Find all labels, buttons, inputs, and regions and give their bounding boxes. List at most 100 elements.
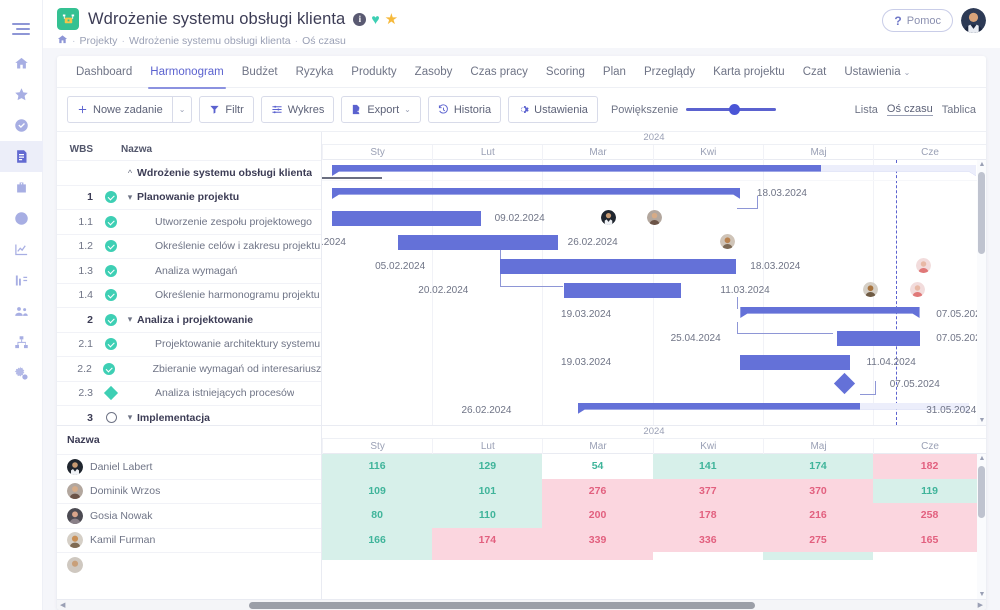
table-row[interactable]: 2.2 Zbieranie wymagań od interesariuszy xyxy=(57,356,321,381)
gantt-bar-2[interactable] xyxy=(740,307,919,318)
resource-load-grid[interactable]: 2024 Sty Lut Mar Kwi Maj Cze 116 129 xyxy=(322,426,986,599)
collapse-all-icon[interactable]: ^ xyxy=(123,168,137,178)
load-cell[interactable]: 276 xyxy=(542,479,652,504)
tab-produkty[interactable]: Produkty xyxy=(342,56,405,88)
expander-icon[interactable]: ▾ xyxy=(123,192,137,203)
tab-przeglady[interactable]: Przeglądy xyxy=(635,56,704,88)
load-cell[interactable]: 101 xyxy=(432,479,542,504)
export-button[interactable]: Export ⌄ xyxy=(341,96,421,123)
gantt-bar-2-1[interactable] xyxy=(837,331,920,346)
users-icon[interactable] xyxy=(0,296,43,327)
avatar[interactable] xyxy=(647,210,662,225)
load-cell[interactable] xyxy=(322,552,432,560)
expander-icon[interactable]: ▾ xyxy=(123,314,137,325)
settings-button[interactable]: Ustawienia xyxy=(508,96,598,123)
tab-ryzyka[interactable]: Ryzyka xyxy=(287,56,343,88)
resource-vertical-scrollbar[interactable]: ▲ ▼ xyxy=(977,454,986,599)
view-os-czasu[interactable]: Oś czasu xyxy=(887,103,933,116)
star-icon[interactable] xyxy=(0,79,43,110)
load-cell[interactable]: 377 xyxy=(653,479,763,504)
avatar[interactable] xyxy=(720,234,735,249)
gantt-bar-1-4[interactable] xyxy=(564,283,680,298)
gantt-bar-project[interactable] xyxy=(332,165,976,176)
tab-ustawienia[interactable]: Ustawienia⌄ xyxy=(835,56,919,88)
list-item[interactable] xyxy=(57,552,321,577)
avatar[interactable] xyxy=(863,282,878,297)
chart-line-icon[interactable] xyxy=(0,234,43,265)
table-row[interactable]: 2.1 Projektowanie architektury systemu xyxy=(57,332,321,357)
table-row[interactable]: 1.1 Utworzenie zespołu projektowego xyxy=(57,209,321,234)
project-doc-icon[interactable] xyxy=(0,141,43,172)
expander-icon[interactable]: ▾ xyxy=(123,412,137,423)
zoom-slider[interactable] xyxy=(686,103,776,117)
tab-budzet[interactable]: Budżet xyxy=(233,56,287,88)
scroll-down-icon[interactable]: ▼ xyxy=(979,417,986,424)
list-item[interactable]: Gosia Nowak xyxy=(57,503,321,528)
tab-zasoby[interactable]: Zasoby xyxy=(406,56,462,88)
tab-dashboard[interactable]: Dashboard xyxy=(67,56,141,88)
chart-button[interactable]: Wykres xyxy=(261,96,335,123)
new-task-dropdown-button[interactable]: ⌄ xyxy=(172,96,193,123)
user-avatar[interactable] xyxy=(961,8,986,33)
breadcrumb-item-2[interactable]: Oś czasu xyxy=(302,35,346,47)
clock-icon[interactable] xyxy=(0,203,43,234)
tab-scoring[interactable]: Scoring xyxy=(537,56,594,88)
history-button[interactable]: Historia xyxy=(428,96,501,123)
gantt-bar-1-1[interactable] xyxy=(332,211,481,226)
breadcrumb-item-0[interactable]: Projekty xyxy=(80,35,118,47)
table-row[interactable]: 2.3 Analiza istniejących procesów xyxy=(57,381,321,406)
list-item[interactable]: Daniel Labert xyxy=(57,454,321,479)
load-cell[interactable]: 200 xyxy=(542,503,652,528)
load-cell[interactable] xyxy=(653,552,763,560)
breadcrumb-item-1[interactable]: Wdrożenie systemu obsługi klienta xyxy=(129,35,291,47)
scroll-up-icon[interactable]: ▲ xyxy=(979,161,986,168)
load-cell[interactable]: 141 xyxy=(653,454,763,479)
load-cell[interactable]: 119 xyxy=(873,479,986,504)
gantt-bars-area[interactable]: 18.03.2024 09.02.2024 1.2024 xyxy=(322,160,986,425)
gantt-timeline[interactable]: 2024 Sty Lut Mar Kwi Maj Cze xyxy=(322,132,986,425)
table-row[interactable]: ^ Wdrożenie systemu obsługi klienta xyxy=(57,160,321,185)
tab-czas-pracy[interactable]: Czas pracy xyxy=(461,56,537,88)
scroll-up-icon[interactable]: ▲ xyxy=(979,455,986,462)
load-cell[interactable]: 336 xyxy=(653,528,763,553)
settings-gears-icon[interactable] xyxy=(0,358,43,389)
table-row[interactable]: 1 ▾ Planowanie projektu xyxy=(57,185,321,210)
info-icon[interactable]: i xyxy=(353,13,366,26)
load-cell[interactable]: 174 xyxy=(763,454,873,479)
table-row[interactable]: 2 ▾ Analiza i projektowanie xyxy=(57,307,321,332)
scroll-down-icon[interactable]: ▼ xyxy=(979,591,986,598)
load-cell[interactable]: 178 xyxy=(653,503,763,528)
resource-scroll-thumb[interactable] xyxy=(978,466,985,518)
horizontal-scroll-thumb[interactable] xyxy=(249,602,755,609)
star-icon[interactable]: ★ xyxy=(385,12,398,27)
load-cell[interactable] xyxy=(432,552,652,560)
avatar[interactable] xyxy=(910,282,925,297)
gantt-milestone-2-3[interactable] xyxy=(833,373,854,394)
zoom-slider-thumb[interactable] xyxy=(729,104,740,115)
load-cell[interactable]: 216 xyxy=(763,503,873,528)
gantt-bar-1-2[interactable] xyxy=(398,235,557,250)
help-button[interactable]: ? Pomoc xyxy=(882,9,953,32)
load-cell[interactable]: 116 xyxy=(322,454,432,479)
load-cell[interactable]: 258 xyxy=(873,503,986,528)
heart-icon[interactable]: ♥ xyxy=(371,12,379,26)
view-lista[interactable]: Lista xyxy=(855,104,878,116)
org-tree-icon[interactable] xyxy=(0,327,43,358)
list-item[interactable]: Kamil Furman xyxy=(57,528,321,553)
hamburger-icon[interactable] xyxy=(0,10,43,48)
load-cell[interactable]: 174 xyxy=(432,528,542,553)
load-cell[interactable]: 110 xyxy=(432,503,542,528)
list-item[interactable]: Dominik Wrzos xyxy=(57,479,321,504)
horizontal-scrollbar[interactable]: ◀ ▶ xyxy=(57,599,986,610)
home-icon[interactable] xyxy=(0,48,43,79)
gantt-bar-3[interactable] xyxy=(578,403,970,414)
load-cell[interactable] xyxy=(763,552,873,560)
bar-sort-icon[interactable] xyxy=(0,265,43,296)
load-cell[interactable]: 275 xyxy=(763,528,873,553)
tab-karta-projektu[interactable]: Karta projektu xyxy=(704,56,794,88)
table-row[interactable]: 1.2 Określenie celów i zakresu projektu xyxy=(57,234,321,259)
home-icon[interactable] xyxy=(57,34,68,48)
tab-harmonogram[interactable]: Harmonogram xyxy=(141,56,233,88)
load-cell[interactable]: 80 xyxy=(322,503,432,528)
avatar[interactable] xyxy=(601,210,616,225)
